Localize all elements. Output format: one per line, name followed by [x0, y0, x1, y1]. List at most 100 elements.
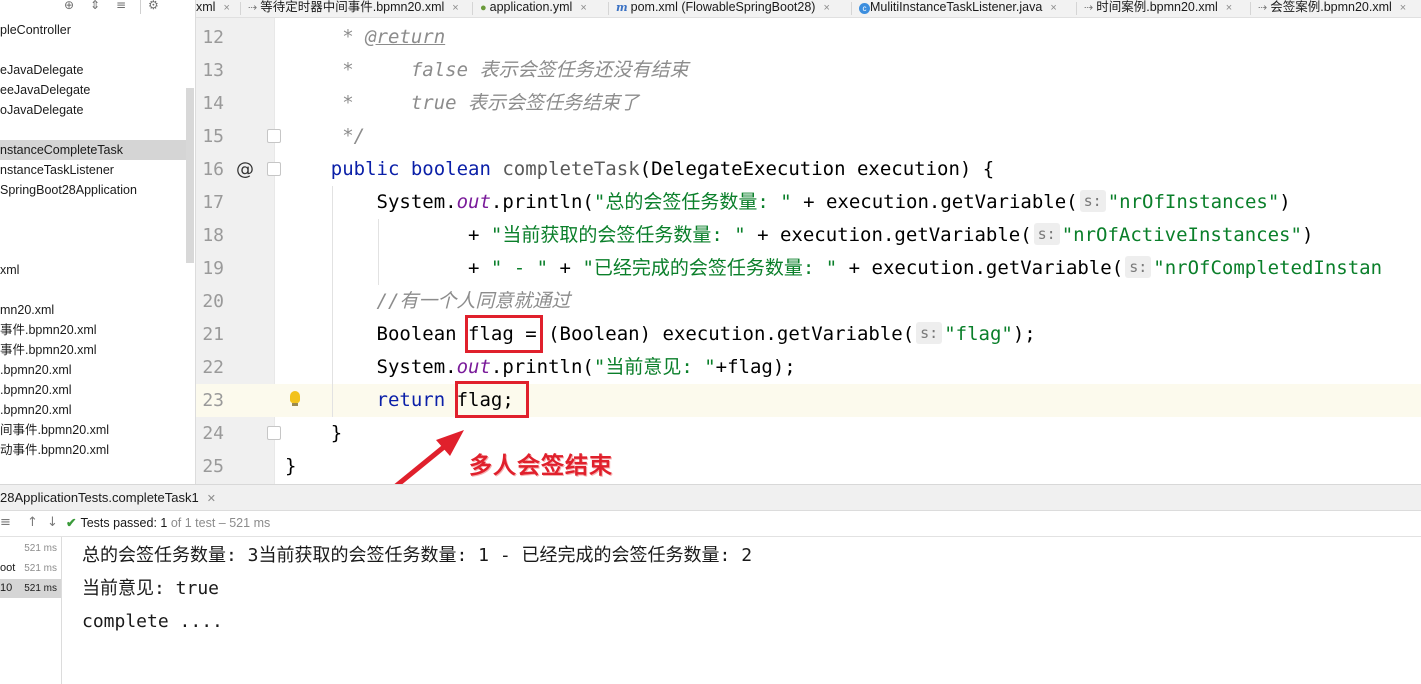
- override-marker-icon[interactable]: @: [236, 153, 254, 186]
- close-icon[interactable]: ✕: [207, 493, 216, 505]
- sidebar-item[interactable]: oJavaDelegate: [0, 100, 186, 120]
- line-number[interactable]: 14: [196, 87, 224, 120]
- code-text[interactable]: Boolean flag = (Boolean) execution.getVa…: [285, 318, 1036, 351]
- collapse-all-icon[interactable]: ≡: [116, 0, 126, 12]
- tab-6[interactable]: ⇢ 时间案例.bpmn20.xml ×: [1084, 0, 1232, 17]
- sidebar-item[interactable]: 动事件.bpmn20.xml: [0, 440, 186, 460]
- line-number[interactable]: 12: [196, 21, 224, 54]
- sidebar-item[interactable]: .bpmn20.xml: [0, 400, 186, 420]
- sidebar-item[interactable]: .bpmn20.xml: [0, 360, 186, 380]
- code-line[interactable]: 24 }: [196, 417, 1421, 450]
- tab-7[interactable]: ⇢ 会签案例.bpmn20.xml ×: [1258, 0, 1406, 17]
- lightbulb-icon[interactable]: [290, 391, 300, 403]
- line-number[interactable]: 24: [196, 417, 224, 450]
- sidebar-item[interactable]: [0, 220, 186, 240]
- expand-all-icon[interactable]: ⇕: [90, 0, 100, 12]
- line-number[interactable]: 20: [196, 285, 224, 318]
- code-line[interactable]: 18 + "当前获取的会签任务数量: " + execution.getVari…: [196, 219, 1421, 252]
- line-number[interactable]: 21: [196, 318, 224, 351]
- sidebar-item[interactable]: mn20.xml: [0, 300, 186, 320]
- code-line[interactable]: 12 * @return: [196, 21, 1421, 54]
- close-icon[interactable]: ×: [823, 2, 829, 14]
- line-number[interactable]: 18: [196, 219, 224, 252]
- code-text[interactable]: }: [285, 450, 296, 483]
- code-text[interactable]: */: [285, 120, 365, 153]
- code-line[interactable]: 16 public boolean completeTask(DelegateE…: [196, 153, 1421, 186]
- console-output[interactable]: 总的会签任务数量: 3当前获取的会签任务数量: 1 - 已经完成的会签任务数量:…: [63, 537, 1421, 684]
- gear-icon[interactable]: ⚙: [148, 0, 159, 12]
- sidebar-item[interactable]: [0, 120, 186, 140]
- tab-4[interactable]: m pom.xml (FlowableSpringBoot28) ×: [616, 0, 830, 17]
- code-text[interactable]: System.out.println("总的会签任务数量: " + execut…: [285, 186, 1291, 219]
- code-line[interactable]: 25}: [196, 450, 1421, 483]
- arrow-up-icon[interactable]: ↑: [27, 513, 38, 533]
- close-icon[interactable]: ×: [1226, 2, 1232, 14]
- sidebar-item[interactable]: [0, 200, 186, 220]
- rerun-icon[interactable]: ≡: [0, 513, 11, 533]
- close-icon[interactable]: ×: [1050, 2, 1056, 14]
- tab-5[interactable]: c MulitiInstanceTaskListener.java ×: [859, 0, 1057, 17]
- tab-1[interactable]: xml ×: [196, 0, 230, 17]
- code-text[interactable]: //有一个人同意就通过: [285, 285, 571, 318]
- sidebar-item[interactable]: [0, 280, 186, 300]
- line-number[interactable]: 23: [196, 384, 224, 417]
- sidebar-item[interactable]: nstanceCompleteTask: [0, 140, 194, 160]
- code-line[interactable]: 22 System.out.println("当前意见: "+flag);: [196, 351, 1421, 384]
- code-text[interactable]: * @return: [285, 21, 445, 54]
- code-line[interactable]: 17 System.out.println("总的会签任务数量: " + exe…: [196, 186, 1421, 219]
- line-number[interactable]: 16: [196, 153, 224, 186]
- tab-2[interactable]: ⇢ 等待定时器中间事件.bpmn20.xml ×: [248, 0, 459, 17]
- code-line[interactable]: 23 return flag;: [196, 384, 1421, 417]
- sidebar-item[interactable]: pleController: [0, 20, 186, 40]
- line-number[interactable]: 19: [196, 252, 224, 285]
- code-line[interactable]: 15 */: [196, 120, 1421, 153]
- code-text[interactable]: + "当前获取的会签任务数量: " + execution.getVariabl…: [285, 219, 1313, 252]
- code-text[interactable]: + " - " + "已经完成的会签任务数量: " + execution.ge…: [285, 252, 1382, 285]
- indent-guide: [378, 219, 379, 285]
- code-line[interactable]: 20 //有一个人同意就通过: [196, 285, 1421, 318]
- sidebar-item[interactable]: SpringBoot28Application: [0, 180, 186, 200]
- code-text[interactable]: System.out.println("当前意见: "+flag);: [285, 351, 796, 384]
- code-token: "当前获取的会签任务数量: ": [490, 224, 746, 246]
- arrow-down-icon[interactable]: ↓: [47, 513, 58, 533]
- code-line[interactable]: 19 + " - " + "已经完成的会签任务数量: " + execution…: [196, 252, 1421, 285]
- sidebar-item[interactable]: eeJavaDelegate: [0, 80, 186, 100]
- sidebar-item[interactable]: nstanceTaskListener: [0, 160, 186, 180]
- code-line[interactable]: 21 Boolean flag = (Boolean) execution.ge…: [196, 318, 1421, 351]
- sidebar-item[interactable]: 间事件.bpmn20.xml: [0, 420, 186, 440]
- sidebar-scrollbar[interactable]: [186, 88, 194, 263]
- sidebar-item[interactable]: .bpmn20.xml: [0, 380, 186, 400]
- code-text[interactable]: * false 表示会签任务还没有结束: [285, 54, 688, 87]
- line-number[interactable]: 25: [196, 450, 224, 483]
- tab-3[interactable]: ● application.yml ×: [480, 0, 587, 17]
- sidebar-item[interactable]: [0, 40, 186, 60]
- code-line[interactable]: 13 * false 表示会签任务还没有结束: [196, 54, 1421, 87]
- sidebar-item[interactable]: [0, 240, 186, 260]
- test-tree-row[interactable]: 521 ms: [0, 539, 61, 558]
- sidebar-item[interactable]: 事件.bpmn20.xml: [0, 340, 186, 360]
- test-tree-row[interactable]: 10 521 ms: [0, 579, 61, 598]
- close-icon[interactable]: ×: [1400, 2, 1406, 14]
- code-text[interactable]: public boolean completeTask(DelegateExec…: [285, 153, 994, 186]
- sidebar-item[interactable]: 事件.bpmn20.xml: [0, 320, 186, 340]
- code-line[interactable]: 14 * true 表示会签任务结束了: [196, 87, 1421, 120]
- locate-icon[interactable]: ⊕: [64, 0, 74, 12]
- fold-icon[interactable]: [267, 426, 281, 440]
- run-tab[interactable]: 28ApplicationTests.completeTask1 ✕: [0, 485, 216, 512]
- test-tree-row[interactable]: oot 521 ms: [0, 559, 61, 578]
- code-text[interactable]: * true 表示会签任务结束了: [285, 87, 639, 120]
- sidebar-item[interactable]: eJavaDelegate: [0, 60, 186, 80]
- close-icon[interactable]: ×: [452, 2, 458, 14]
- yml-file-icon: ●: [480, 2, 487, 14]
- code-text[interactable]: }: [285, 417, 342, 450]
- code-editor[interactable]: 12 * @return 13 * false 表示会签任务还没有结束 14 * t…: [196, 18, 1421, 484]
- fold-icon[interactable]: [267, 129, 281, 143]
- line-number[interactable]: 15: [196, 120, 224, 153]
- line-number[interactable]: 13: [196, 54, 224, 87]
- line-number[interactable]: 17: [196, 186, 224, 219]
- fold-icon[interactable]: [267, 162, 281, 176]
- sidebar-item[interactable]: xml: [0, 260, 186, 280]
- line-number[interactable]: 22: [196, 351, 224, 384]
- close-icon[interactable]: ×: [223, 2, 229, 14]
- close-icon[interactable]: ×: [580, 2, 586, 14]
